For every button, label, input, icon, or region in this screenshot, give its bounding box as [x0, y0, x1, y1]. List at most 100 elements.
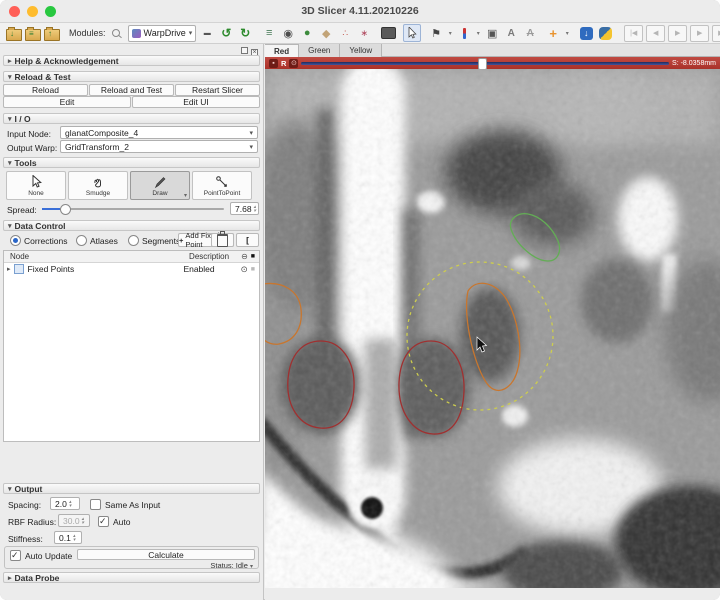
module-back-icon[interactable]: ↺	[218, 25, 234, 41]
corrections-radio[interactable]: Corrections	[10, 235, 67, 246]
color-column-icon[interactable]: ■	[251, 253, 255, 260]
atlases-radio[interactable]: Atlases	[76, 235, 118, 246]
calculate-button[interactable]: Calculate	[77, 549, 255, 560]
checkbox-checked-icon	[10, 550, 21, 561]
module-home-icon[interactable]: ≡	[261, 25, 277, 41]
slice-visibility-eye-icon[interactable]: ⊙	[289, 59, 298, 68]
layout-icon[interactable]	[380, 25, 396, 41]
tool-point-to-point-button[interactable]: PointToPoint	[192, 171, 252, 200]
spread-spinbox[interactable]: 7.68 ▴▾	[230, 202, 259, 215]
stiffness-spinbox[interactable]: 0.1 ▴▾	[54, 531, 82, 544]
rbf-radius-spinbox[interactable]: 30.0 ▴▾	[58, 514, 90, 527]
output-warp-combo[interactable]: GridTransform_2 ▾	[60, 140, 258, 153]
section-data-probe[interactable]: ▸ Data Probe	[3, 572, 260, 583]
seq-prev-button[interactable]: ◀	[646, 25, 665, 42]
seq-first-button[interactable]: |◀	[624, 25, 643, 42]
place-fiducial-icon[interactable]: ⚑	[428, 25, 444, 41]
edit-button[interactable]: Edit	[3, 96, 131, 108]
models-module-icon[interactable]: ◆	[318, 25, 334, 41]
section-tools[interactable]: ▾ Tools	[3, 157, 260, 168]
radio-dot-icon	[10, 235, 21, 246]
mouse-interaction-icon[interactable]	[403, 24, 421, 42]
pushpin-icon[interactable]: ▪	[269, 59, 278, 68]
section-help[interactable]: ▸ Help & Acknowledgement	[3, 55, 260, 66]
spread-slider-handle[interactable]	[60, 204, 71, 215]
module-history-icon[interactable]: ▬	[199, 25, 215, 41]
undo-correction-button[interactable]: [	[236, 233, 259, 247]
expanded-arrow-icon: ▾	[8, 159, 12, 167]
spacing-value: 2.0	[55, 499, 67, 509]
delete-button[interactable]	[211, 233, 234, 247]
markups-module-icon[interactable]: ∗	[356, 25, 372, 41]
reload-button[interactable]: Reload	[3, 84, 88, 96]
data-tree[interactable]: Node Description ⊖ ■ ▸ Fixed Points Enab…	[3, 250, 260, 442]
tab-yellow[interactable]: Yellow	[340, 44, 382, 57]
section-output[interactable]: ▾ Output	[3, 483, 260, 494]
spread-slider[interactable]	[42, 208, 224, 210]
add-point-dropdown-icon[interactable]: ▾	[564, 25, 570, 41]
col-description-label: Description	[189, 252, 229, 261]
stiffness-label: Stiffness:	[8, 534, 43, 544]
segments-label: Segments	[142, 236, 180, 246]
input-node-combo[interactable]: glanatComposite_4 ▾	[60, 126, 258, 139]
same-as-input-checkbox[interactable]: Same As Input	[90, 499, 160, 510]
load-dicom-icon[interactable]: ≡	[25, 25, 41, 41]
modules-label: Modules:	[69, 28, 106, 38]
tool-smudge-label: Smudge	[86, 190, 110, 197]
input-node-label: Input Node:	[7, 129, 51, 139]
transforms-module-icon[interactable]: ∴	[337, 25, 353, 41]
annotation-a-icon[interactable]: A	[503, 25, 519, 41]
eye-column-icon[interactable]: ⊖	[241, 252, 248, 261]
section-io[interactable]: ▾ I / O	[3, 113, 260, 124]
tool-none-button[interactable]: None	[6, 171, 66, 200]
section-data-control-label: Data Control	[15, 221, 66, 231]
cursor-icon	[30, 175, 43, 189]
python-console-icon[interactable]	[597, 25, 613, 41]
extensions-manager-icon[interactable]: ↓	[578, 25, 594, 41]
output-warp-value: GridTransform_2	[65, 142, 129, 152]
seq-last-button[interactable]: ▶|	[712, 25, 720, 42]
output-warp-label: Output Warp:	[7, 143, 57, 153]
section-reload[interactable]: ▾ Reload & Test	[3, 71, 260, 82]
spacing-spinbox[interactable]: 2.0 ▴▾	[50, 497, 80, 510]
fixed-points-row[interactable]: ▸ Fixed Points Enabled ⊙ ■	[4, 263, 259, 275]
load-data-icon[interactable]: ↓	[6, 25, 22, 41]
seq-play-button[interactable]: ▶	[668, 25, 687, 42]
visibility-eye-icon[interactable]: ⊙	[241, 264, 248, 275]
reload-and-test-button[interactable]: Reload and Test	[89, 84, 174, 96]
module-forward-icon[interactable]: ↻	[237, 25, 253, 41]
ruler-dropdown-icon[interactable]: ▾	[475, 25, 481, 41]
seq-next-button[interactable]: ▶	[690, 25, 709, 42]
slice-controller-bar: ▪ R ⊙ S: -8.0358mm	[265, 57, 720, 69]
trash-icon	[217, 234, 228, 247]
volumes-module-icon[interactable]: ●	[299, 25, 315, 41]
fiducial-dropdown-icon[interactable]: ▾	[447, 25, 453, 41]
restart-slicer-button[interactable]: Restart Slicer	[175, 84, 260, 96]
slicer-window: 3D Slicer 4.11.20210226 ↓ ≡ ↑ Modules: W…	[0, 0, 720, 600]
data-module-icon[interactable]: ◉	[280, 25, 296, 41]
annotation-a-hidden-icon[interactable]: A	[522, 25, 538, 41]
tool-draw-button[interactable]: Draw ▾	[130, 171, 190, 200]
edit-ui-button[interactable]: Edit UI	[132, 96, 260, 108]
save-data-icon[interactable]: ↑	[44, 25, 60, 41]
add-point-icon[interactable]: +	[545, 25, 561, 41]
segments-radio[interactable]: Segments	[128, 235, 180, 246]
smudge-hand-icon	[91, 175, 105, 189]
checkbox-icon	[90, 499, 101, 510]
auto-update-checkbox[interactable]: Auto Update	[10, 550, 72, 561]
module-search-icon[interactable]	[109, 25, 125, 41]
screenshot-icon[interactable]: ▣	[484, 25, 500, 41]
slice-offset-slider[interactable]	[301, 62, 669, 65]
section-data-control[interactable]: ▾ Data Control	[3, 220, 260, 231]
tree-expand-icon[interactable]: ▸	[7, 265, 11, 273]
tab-red[interactable]: Red	[265, 44, 299, 57]
tool-smudge-button[interactable]: Smudge	[68, 171, 128, 200]
red-slice-view[interactable]	[265, 69, 720, 588]
tab-green[interactable]: Green	[299, 44, 340, 57]
row-color-swatch[interactable]: ■	[251, 266, 255, 273]
bracket-icon: [	[246, 235, 249, 245]
auto-rbf-checkbox[interactable]: Auto	[98, 516, 131, 527]
module-selector[interactable]: WarpDrive ▾	[128, 25, 197, 42]
place-ruler-icon[interactable]	[456, 25, 472, 41]
title-bar[interactable]: 3D Slicer 4.11.20210226	[0, 0, 720, 23]
